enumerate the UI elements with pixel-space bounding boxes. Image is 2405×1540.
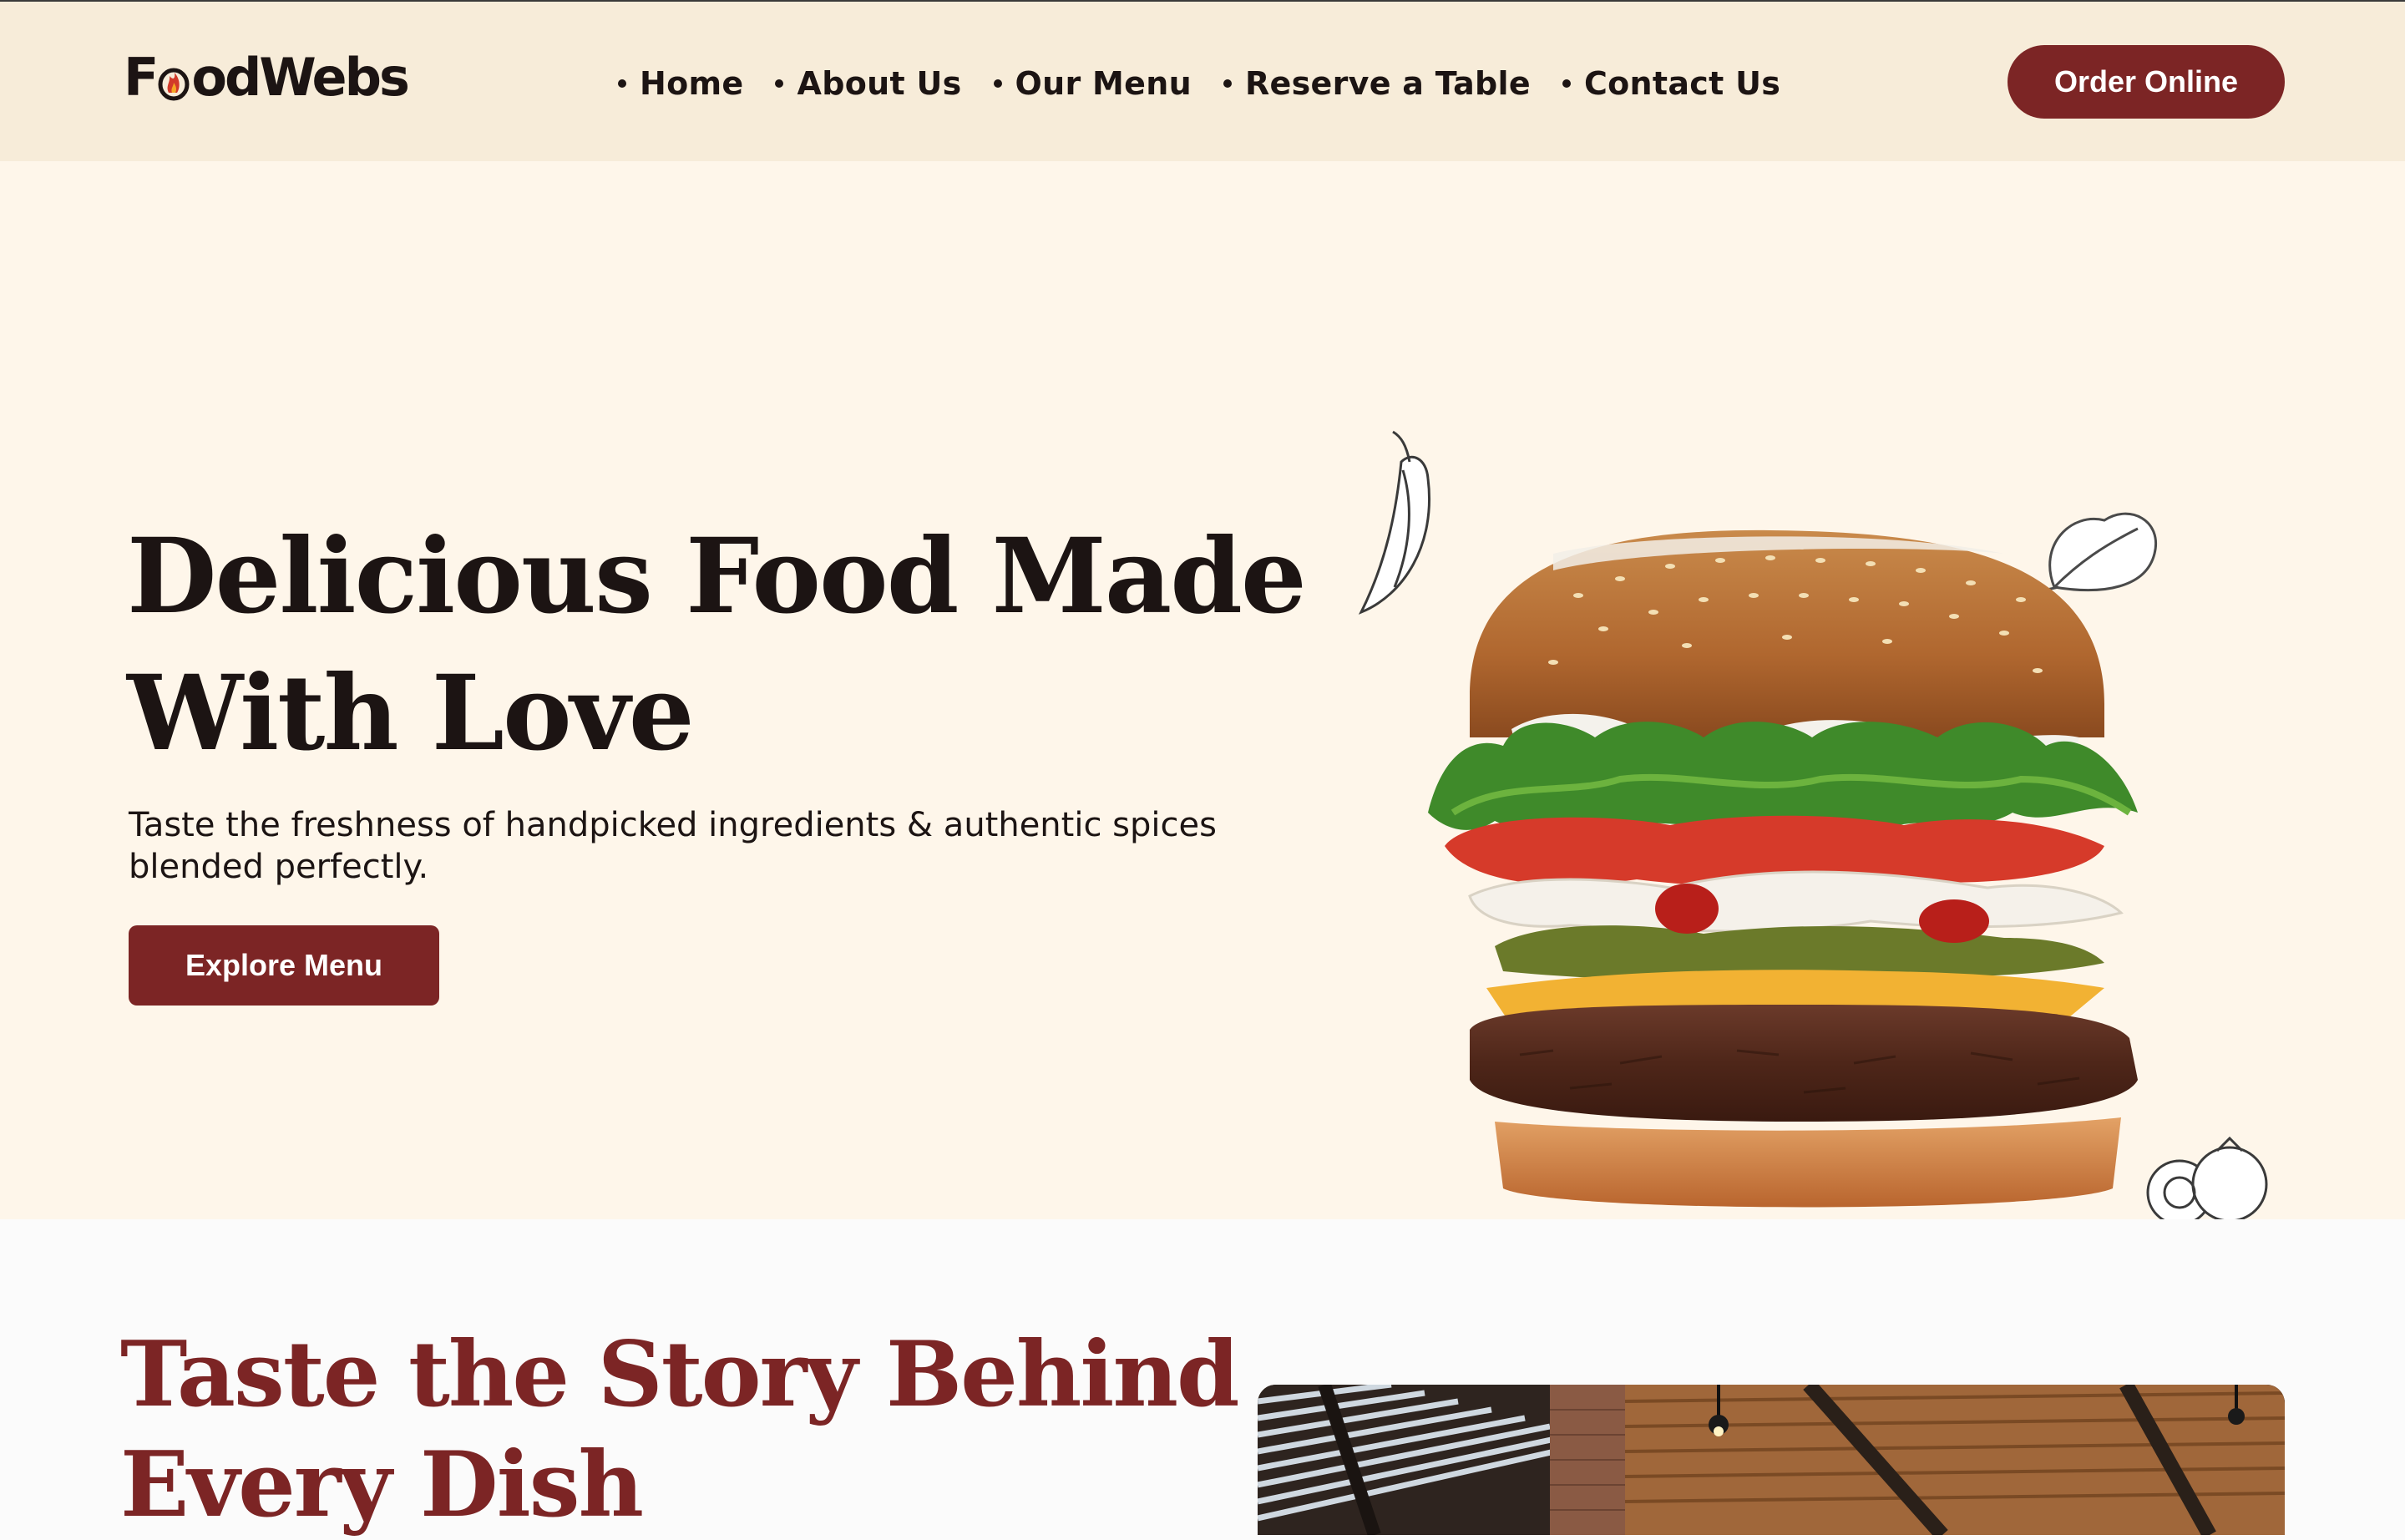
hero-title: Delicious Food Made With Love: [127, 509, 1338, 783]
nav-item-contact[interactable]: Contact Us: [1562, 65, 1780, 102]
explore-menu-button[interactable]: Explore Menu: [129, 925, 439, 1006]
nav-item-label: Home: [640, 65, 744, 102]
nav-item-about[interactable]: About Us: [775, 65, 961, 102]
story-title-line1: Taste the Story Behind: [120, 1322, 1239, 1427]
logo-text-right: odWebs: [191, 46, 409, 108]
chili-sketch-icon: [1358, 430, 1430, 615]
site-logo[interactable]: F odWebs: [124, 45, 410, 109]
nav-item-home[interactable]: Home: [618, 65, 743, 102]
tomato-sketch-icon: [2146, 1136, 2268, 1226]
story-section: Taste the Story Behind Every Dish: [0, 1219, 2405, 1537]
logo-text-left: F: [124, 46, 159, 108]
bullet-icon: [775, 79, 784, 88]
order-online-button[interactable]: Order Online: [2008, 45, 2285, 119]
story-title: Taste the Story Behind Every Dish: [120, 1320, 1289, 1540]
restaurant-interior-photo: [1258, 1385, 2285, 1535]
bullet-icon: [618, 79, 626, 88]
site-header: F odWebs Home About Us Our Menu Reserve …: [0, 2, 2405, 161]
burger-illustration: [1303, 345, 2305, 1230]
nav-item-label: Contact Us: [1583, 65, 1781, 102]
bullet-icon: [1562, 79, 1571, 88]
hero-title-line1: Delicious Food Made: [127, 516, 1307, 637]
nav-item-label: Our Menu: [1015, 65, 1192, 102]
nav-item-label: Reserve a Table: [1244, 65, 1531, 102]
bullet-icon: [993, 79, 1002, 88]
nav-item-reserve[interactable]: Reserve a Table: [1223, 65, 1531, 102]
main-nav: Home About Us Our Menu Reserve a Table C…: [618, 57, 1780, 110]
logo-flame-icon: [157, 63, 190, 101]
bullet-icon: [1223, 79, 1232, 88]
story-title-line2: Every Dish: [120, 1432, 644, 1537]
hero-title-line2: With Love: [127, 653, 695, 774]
nav-item-label: About Us: [797, 65, 962, 102]
nav-item-menu[interactable]: Our Menu: [993, 65, 1192, 102]
hero-section: Delicious Food Made With Love Taste the …: [0, 161, 2405, 1226]
hero-subtitle: Taste the freshness of handpicked ingred…: [129, 806, 1217, 886]
